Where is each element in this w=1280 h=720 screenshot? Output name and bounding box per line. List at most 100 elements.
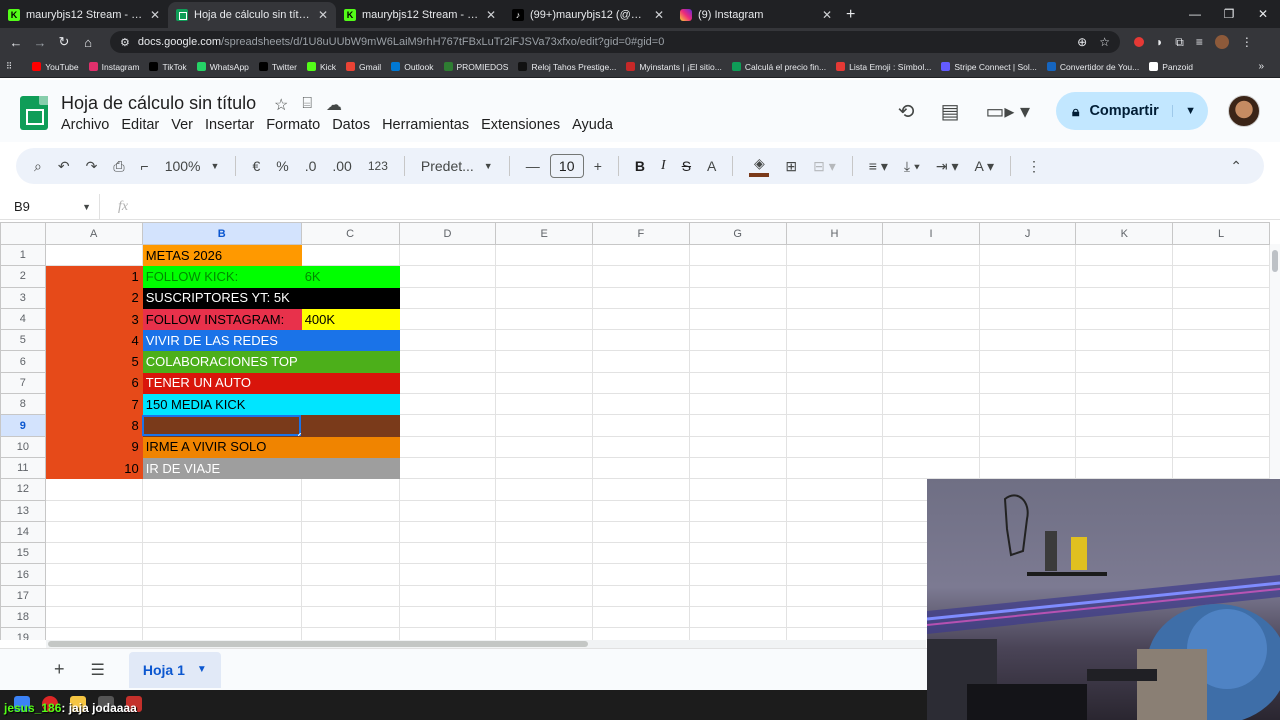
apps-grid-icon[interactable]: ⠿ <box>6 61 12 72</box>
cell-a[interactable]: 2 <box>44 286 143 309</box>
undo-icon[interactable]: ↶ <box>58 158 70 175</box>
text-wrapping-icon[interactable]: ⇥ ▾ <box>936 158 959 175</box>
empty-cell[interactable] <box>398 606 497 629</box>
cell-c[interactable] <box>300 243 400 267</box>
meet-icon[interactable]: ▭▸ ▾ <box>985 99 1030 124</box>
sheet-tab[interactable]: Hoja 1 ▼ <box>128 651 221 688</box>
row-header[interactable]: 5 <box>0 329 46 352</box>
menu-item[interactable]: Herramientas <box>382 117 469 133</box>
empty-cell[interactable] <box>785 243 884 267</box>
empty-cell[interactable] <box>978 243 1077 267</box>
browser-tab[interactable]: Kmaurybjs12 Stream - Watch Liv ✕ <box>336 2 504 28</box>
empty-cell[interactable] <box>978 307 1077 331</box>
empty-cell[interactable] <box>688 499 787 522</box>
empty-cell[interactable] <box>882 307 980 331</box>
column-header[interactable]: G <box>688 222 787 245</box>
empty-cell[interactable] <box>592 478 690 501</box>
empty-cell[interactable] <box>785 350 884 373</box>
site-info-icon[interactable]: ⚙ <box>120 36 130 49</box>
empty-cell[interactable] <box>978 265 1077 288</box>
empty-cell[interactable] <box>1075 456 1174 480</box>
empty-cell[interactable] <box>592 627 690 640</box>
column-header[interactable]: E <box>495 222 594 245</box>
empty-cell[interactable] <box>688 563 787 586</box>
empty-cell[interactable] <box>495 456 594 480</box>
paint-format-icon[interactable]: ⌐ <box>141 158 149 174</box>
empty-cell[interactable] <box>1075 435 1174 458</box>
empty-cell[interactable] <box>592 307 690 331</box>
cell-b[interactable]: FOLLOW INSTAGRAM: <box>141 307 302 331</box>
empty-cell[interactable] <box>398 243 497 267</box>
share-button[interactable]: 🔒︎ Compartir ▼ <box>1056 92 1208 130</box>
cell-b[interactable]: VIVIR DE LAS REDES <box>141 329 302 352</box>
cell-b[interactable]: SUSCRIPTORES YT: 5K <box>141 286 302 309</box>
menu-item[interactable]: Formato <box>266 117 320 133</box>
row-header[interactable]: 17 <box>0 584 46 608</box>
menu-item[interactable]: Insertar <box>205 117 254 133</box>
empty-cell[interactable] <box>882 456 980 480</box>
cell-c[interactable] <box>300 371 400 395</box>
cell-c[interactable] <box>300 286 400 309</box>
horizontal-align-icon[interactable]: ≡ ▾ <box>869 158 888 175</box>
empty-cell[interactable] <box>592 414 690 437</box>
empty-cell[interactable] <box>1075 350 1174 373</box>
empty-cell[interactable] <box>1172 435 1270 458</box>
merge-cells-icon[interactable]: ⊟ ▾ <box>813 158 836 175</box>
empty-cell[interactable] <box>592 393 690 416</box>
empty-cell[interactable] <box>1172 307 1270 331</box>
empty-cell[interactable] <box>592 563 690 586</box>
horizontal-scrollbar[interactable] <box>46 640 926 648</box>
cell-b[interactable] <box>141 520 302 544</box>
row-header[interactable]: 12 <box>0 478 46 501</box>
empty-cell[interactable] <box>398 414 497 437</box>
empty-cell[interactable] <box>785 606 884 629</box>
empty-cell[interactable] <box>882 286 980 309</box>
empty-cell[interactable] <box>1172 456 1270 480</box>
percent-format-button[interactable]: % <box>276 158 288 174</box>
empty-cell[interactable] <box>1075 243 1174 267</box>
column-header[interactable]: J <box>978 222 1077 245</box>
zoom-select[interactable]: 100% ▼ <box>165 158 220 174</box>
empty-cell[interactable] <box>785 329 884 352</box>
empty-cell[interactable] <box>688 542 787 565</box>
row-header[interactable]: 9 <box>0 414 46 437</box>
empty-cell[interactable] <box>1172 350 1270 373</box>
empty-cell[interactable] <box>398 265 497 288</box>
fill-handle[interactable] <box>297 432 301 436</box>
empty-cell[interactable] <box>785 478 884 501</box>
empty-cell[interactable] <box>785 286 884 309</box>
bookmark-item[interactable]: Twitter <box>258 62 297 72</box>
text-rotation-icon[interactable]: A ▾ <box>975 158 994 175</box>
font-select[interactable]: Predet... ▼ <box>421 158 493 174</box>
menu-list-icon[interactable]: ≡ <box>1196 35 1203 49</box>
empty-cell[interactable] <box>785 563 884 586</box>
empty-cell[interactable] <box>1172 393 1270 416</box>
cell-a[interactable] <box>44 520 143 544</box>
empty-cell[interactable] <box>592 350 690 373</box>
bookmark-item[interactable]: YouTube <box>32 62 79 72</box>
empty-cell[interactable] <box>1172 414 1270 437</box>
empty-cell[interactable] <box>398 499 497 522</box>
empty-cell[interactable] <box>398 307 497 331</box>
cell-a[interactable]: 5 <box>44 350 143 373</box>
empty-cell[interactable] <box>785 456 884 480</box>
cell-a[interactable] <box>44 499 143 522</box>
menu-item[interactable]: Extensiones <box>481 117 560 133</box>
empty-cell[interactable] <box>688 286 787 309</box>
menu-item[interactable]: Ayuda <box>572 117 613 133</box>
browser-tab[interactable]: Kmaurybjs12 Stream - Watch Liv ✕ <box>0 2 168 28</box>
cell-c[interactable] <box>300 606 400 629</box>
empty-cell[interactable] <box>688 329 787 352</box>
new-tab-button[interactable]: + <box>846 2 855 28</box>
bookmark-item[interactable]: WhatsApp <box>196 62 249 72</box>
bookmark-item[interactable]: Convertidor de You... <box>1046 62 1139 72</box>
cell-c[interactable] <box>300 393 400 416</box>
empty-cell[interactable] <box>978 329 1077 352</box>
bookmark-item[interactable]: Reloj Tahos Prestige... <box>518 62 616 72</box>
empty-cell[interactable] <box>1075 286 1174 309</box>
vertical-scroll-thumb[interactable] <box>1272 250 1278 272</box>
zoom-icon[interactable]: ⊕ <box>1077 35 1087 49</box>
empty-cell[interactable] <box>398 329 497 352</box>
empty-cell[interactable] <box>592 329 690 352</box>
empty-cell[interactable] <box>398 371 497 395</box>
